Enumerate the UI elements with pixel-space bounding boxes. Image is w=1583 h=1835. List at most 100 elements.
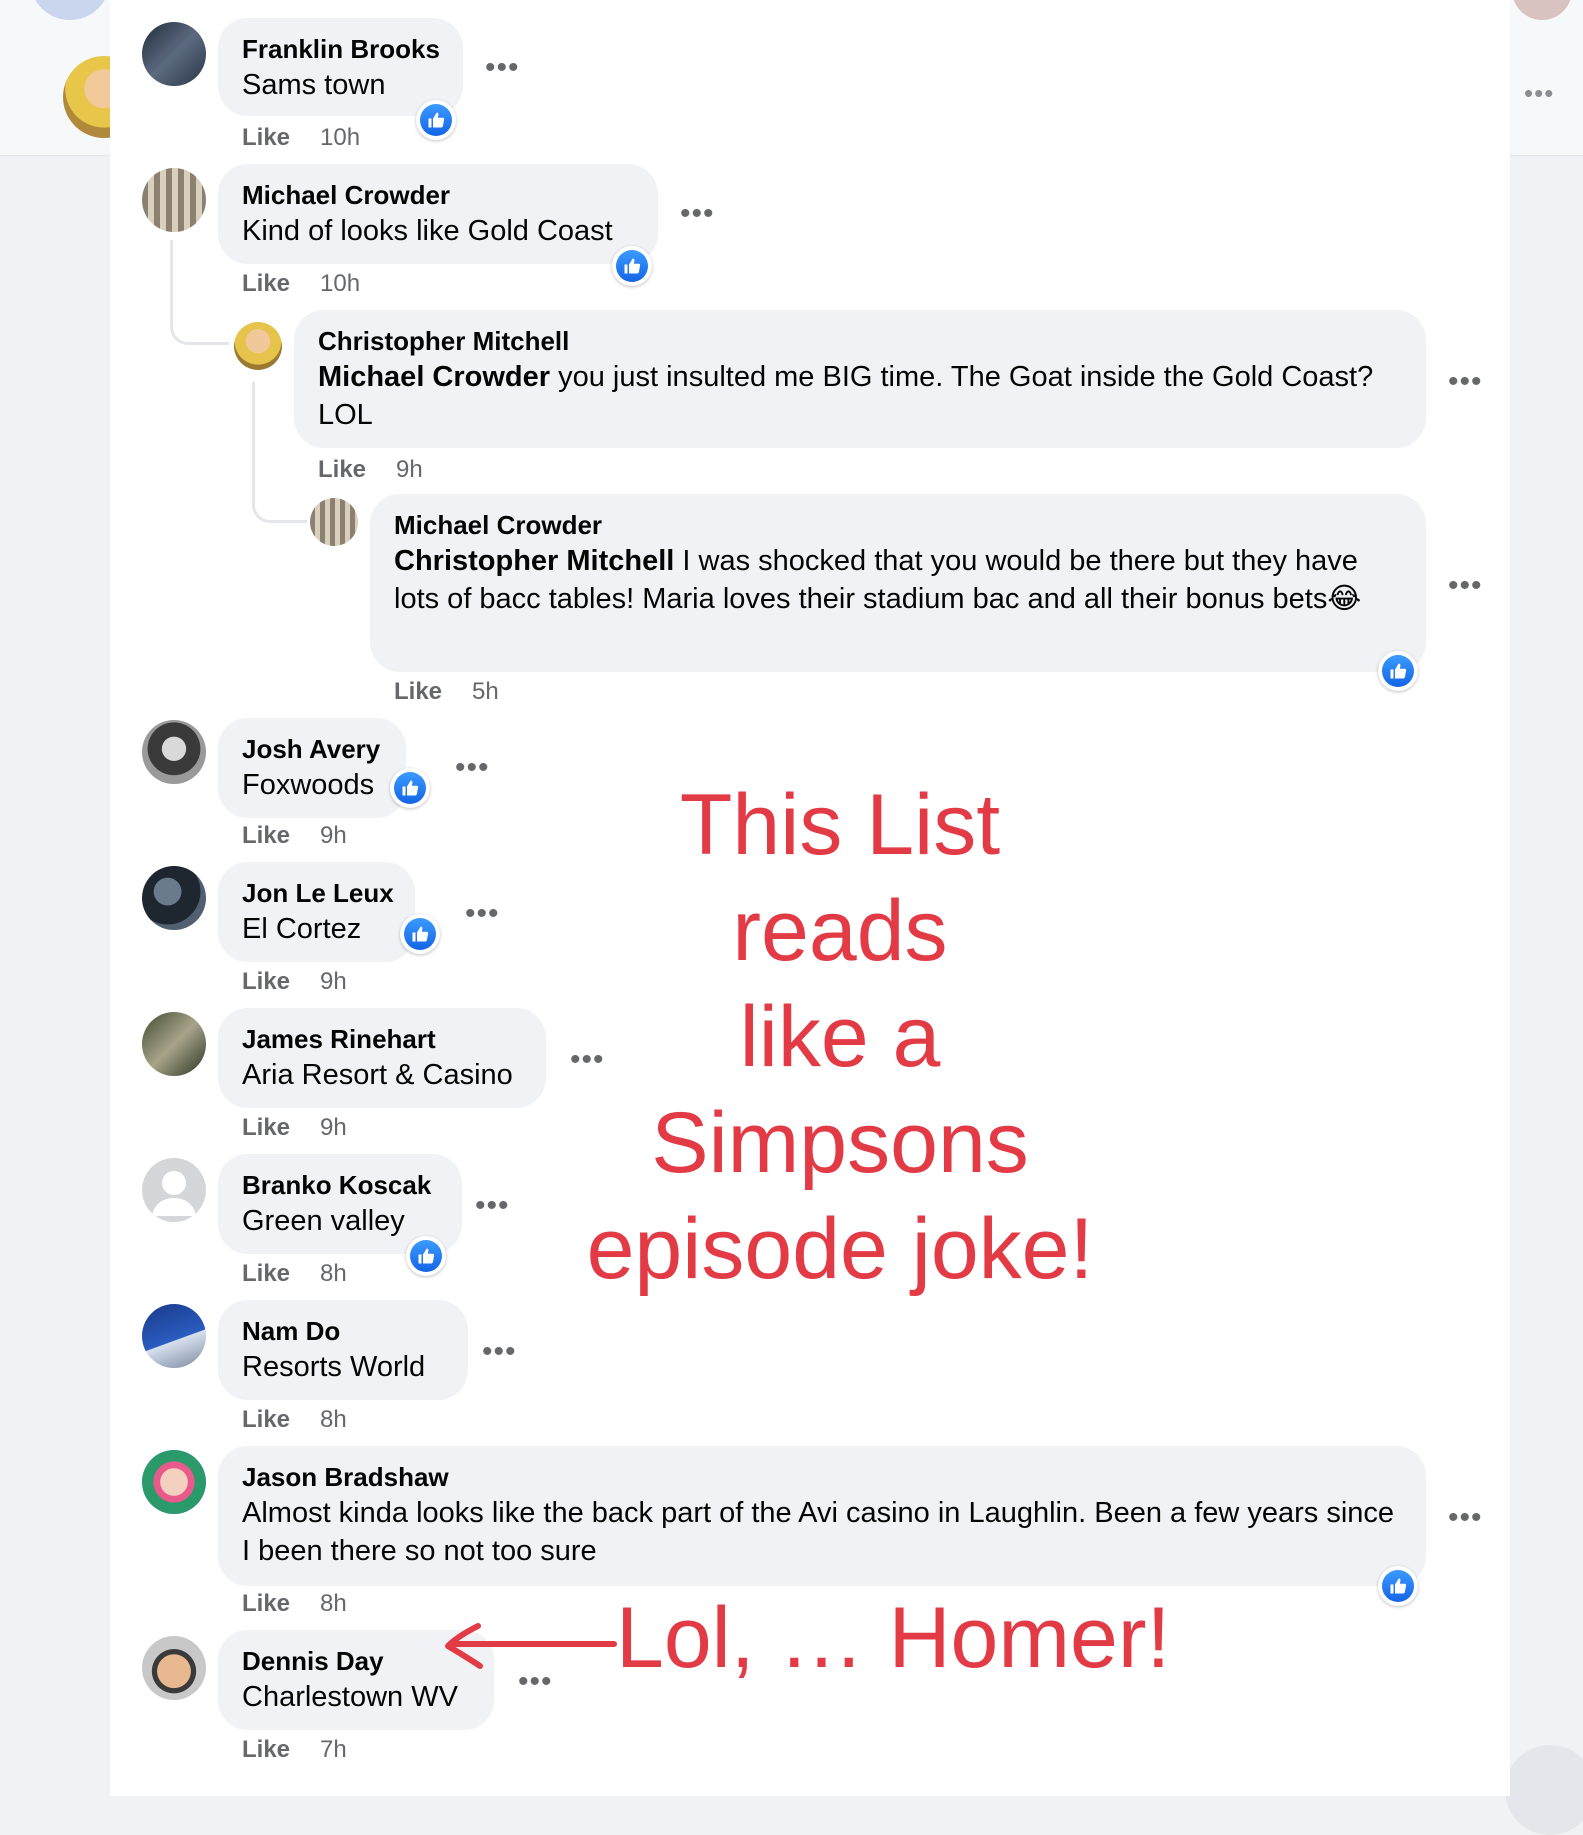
arrow-icon: [445, 1623, 617, 1669]
like-link[interactable]: Like: [242, 1114, 290, 1141]
like-link[interactable]: Like: [242, 1590, 290, 1617]
comment-text: Almost kinda looks like the back part of…: [242, 1497, 1395, 1567]
avatar[interactable]: [142, 720, 206, 784]
like-link[interactable]: Like: [242, 124, 290, 151]
annotation-text: This List reads like a Simpsons episode …: [580, 772, 1100, 1302]
comment-text: Kind of looks like Gold Coast: [242, 215, 613, 247]
avatar[interactable]: [234, 322, 282, 370]
annotation-line: Simpsons: [651, 1095, 1029, 1191]
comment-text: Green valley: [242, 1205, 405, 1237]
comment-author[interactable]: James Rinehart: [242, 1022, 522, 1056]
comment-author[interactable]: Josh Avery: [242, 732, 382, 766]
comment-meta: Like 8h: [242, 1406, 347, 1434]
like-reaction-icon[interactable]: [406, 1236, 446, 1276]
comment-meta: Like 5h: [394, 678, 499, 706]
comment-meta: Like 9h: [242, 968, 347, 996]
more-options-icon[interactable]: •••: [482, 1337, 517, 1367]
avatar[interactable]: [142, 1450, 206, 1514]
comment-text: Michael Crowder you just insulted me BIG…: [318, 358, 1402, 434]
more-options-icon[interactable]: •••: [680, 199, 715, 229]
comment-text: Aria Resort & Casino: [242, 1059, 513, 1091]
like-link[interactable]: Like: [242, 1406, 290, 1433]
comment-bubble: Michael Crowder Kind of looks like Gold …: [218, 164, 658, 264]
comment-meta: Like 9h: [242, 822, 347, 850]
homer-annotation: Lol, … Homer!: [616, 1590, 1171, 1686]
avatar[interactable]: [142, 866, 206, 930]
comment-text: Charlestown WV: [242, 1681, 458, 1713]
comment-text: El Cortez: [242, 913, 362, 945]
more-options-icon[interactable]: •••: [465, 899, 500, 929]
comment-bubble: Jon Le Leux El Cortez: [218, 862, 415, 962]
comment-time[interactable]: 9h: [320, 1114, 347, 1141]
comment-text: Sams town: [242, 69, 386, 101]
more-options-icon[interactable]: •••: [1448, 571, 1483, 601]
avatar[interactable]: [142, 1636, 206, 1700]
like-reaction-icon[interactable]: [390, 768, 430, 808]
comment-time[interactable]: 7h: [320, 1736, 347, 1763]
more-options-icon[interactable]: •••: [475, 1191, 510, 1221]
avatar[interactable]: [142, 1304, 206, 1368]
like-link[interactable]: Like: [242, 1260, 290, 1287]
comment-bubble: James Rinehart Aria Resort & Casino: [218, 1008, 546, 1108]
comment-bubble: Josh Avery Foxwoods: [218, 718, 406, 818]
comment-text: Christopher Mitchell I was shocked that …: [394, 542, 1402, 618]
like-link[interactable]: Like: [242, 1736, 290, 1763]
laughing-emoji-icon: 😂: [1327, 583, 1362, 615]
default-avatar-icon: [152, 1171, 196, 1216]
comment-bubble: Christopher Mitchell Michael Crowder you…: [294, 310, 1426, 448]
comment-author[interactable]: Nam Do: [242, 1314, 444, 1348]
more-options-icon[interactable]: •••: [1448, 1503, 1483, 1533]
comment-meta: Like 8h: [242, 1590, 347, 1618]
annotation-line: like a: [739, 989, 941, 1085]
like-link[interactable]: Like: [394, 678, 442, 705]
like-reaction-icon[interactable]: [400, 914, 440, 954]
comment-time[interactable]: 9h: [320, 968, 347, 995]
comment-time[interactable]: 10h: [320, 270, 360, 297]
comment-meta: Like 8h: [242, 1260, 347, 1288]
comment-time[interactable]: 10h: [320, 124, 360, 151]
avatar[interactable]: [142, 168, 206, 232]
like-link[interactable]: Like: [242, 822, 290, 849]
more-options-icon[interactable]: •••: [1448, 367, 1483, 397]
comment-time[interactable]: 5h: [472, 678, 499, 705]
like-reaction-icon[interactable]: [1378, 1566, 1418, 1606]
comment-author[interactable]: Branko Koscak: [242, 1168, 438, 1202]
comment-author[interactable]: Christopher Mitchell: [318, 324, 1402, 358]
like-reaction-icon[interactable]: [1378, 651, 1418, 691]
compose-button[interactable]: [1505, 1745, 1583, 1835]
comments-panel: Franklin Brooks Sams town ••• Like 10h Mi…: [110, 0, 1510, 1796]
like-link[interactable]: Like: [242, 968, 290, 995]
comment-time[interactable]: 8h: [320, 1590, 347, 1617]
comment-meta: Like 10h: [242, 124, 360, 152]
thread-connector: [170, 240, 229, 345]
like-reaction-icon[interactable]: [416, 100, 456, 140]
comment-time[interactable]: 8h: [320, 1406, 347, 1433]
avatar[interactable]: [142, 1012, 206, 1076]
mention-link[interactable]: Christopher Mitchell: [394, 545, 674, 577]
comment-author[interactable]: Jason Bradshaw: [242, 1460, 1402, 1494]
comment-author[interactable]: Jon Le Leux: [242, 876, 394, 910]
mention-link[interactable]: Michael Crowder: [318, 361, 550, 393]
avatar[interactable]: [142, 22, 206, 86]
comment-time[interactable]: 8h: [320, 1260, 347, 1287]
comment-meta: Like 7h: [242, 1736, 347, 1764]
comment-bubble: Nam Do Resorts World: [218, 1300, 468, 1400]
more-options-icon[interactable]: •••: [455, 753, 490, 783]
annotation-line: episode joke!: [586, 1201, 1094, 1297]
annotation-line: This List reads: [679, 777, 1001, 979]
more-options-icon[interactable]: •••: [485, 53, 520, 83]
comment-author[interactable]: Michael Crowder: [242, 178, 634, 212]
like-link[interactable]: Like: [242, 270, 290, 297]
background-more-icon: •••: [1524, 78, 1555, 108]
like-link[interactable]: Like: [318, 456, 366, 483]
avatar[interactable]: [310, 498, 358, 546]
comment-bubble: Jason Bradshaw Almost kinda looks like t…: [218, 1446, 1426, 1586]
comment-meta: Like 9h: [242, 1114, 347, 1142]
comment-author[interactable]: Franklin Brooks: [242, 32, 440, 66]
comment-text: Foxwoods: [242, 769, 375, 801]
comment-author[interactable]: Michael Crowder: [394, 508, 1402, 542]
comment-time[interactable]: 9h: [396, 456, 423, 483]
comment-time[interactable]: 9h: [320, 822, 347, 849]
avatar[interactable]: [142, 1158, 206, 1222]
like-reaction-icon[interactable]: [612, 246, 652, 286]
